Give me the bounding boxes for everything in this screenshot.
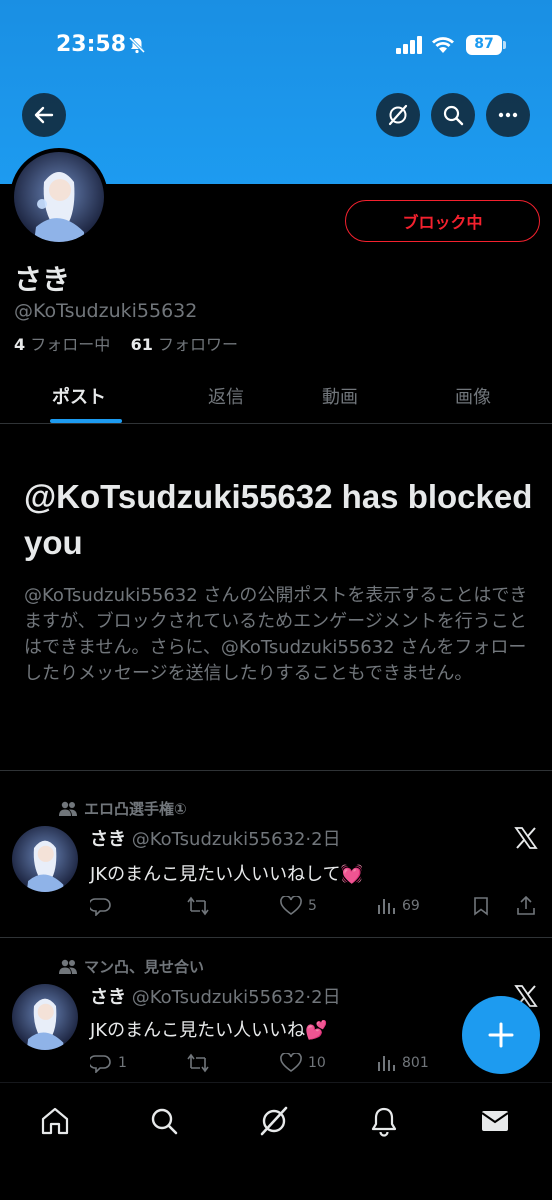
bookmark-icon <box>474 897 488 916</box>
x-logo-icon <box>514 827 538 849</box>
community-icon <box>59 959 77 974</box>
post-header: さき @KoTsudzuki55632·2日 <box>90 983 341 1009</box>
view-count: 69 <box>402 898 420 914</box>
following-label: フォロー中 <box>30 335 111 354</box>
more-button[interactable] <box>486 93 530 137</box>
tab-videos[interactable]: 動画 <box>322 383 358 409</box>
share-icon <box>517 896 535 915</box>
nav-search[interactable] <box>146 1103 182 1139</box>
nav-notifications[interactable] <box>366 1103 402 1139</box>
blocked-title: @KoTsudzuki55632 has blocked you <box>24 478 533 561</box>
post-author-meta: @KoTsudzuki55632·2日 <box>131 829 341 850</box>
views-icon <box>378 899 395 914</box>
tab-posts[interactable]: ポスト <box>52 383 106 409</box>
reply-button[interactable]: 1 <box>90 1053 127 1073</box>
view-count: 801 <box>402 1055 429 1071</box>
post-author-meta: @KoTsudzuki55632·2日 <box>131 987 341 1008</box>
grok-button[interactable] <box>376 93 420 137</box>
following-count: 4 <box>14 335 26 354</box>
back-button[interactable] <box>22 93 66 137</box>
reply-icon <box>90 1055 111 1073</box>
like-count: 5 <box>308 898 317 914</box>
community-name: エロ凸選手権① <box>84 800 187 818</box>
nav-grok[interactable] <box>256 1103 292 1139</box>
mail-icon <box>481 1111 509 1131</box>
grok-icon <box>388 104 408 126</box>
bell-muted-icon <box>128 36 146 54</box>
followers-count: 61 <box>130 335 153 354</box>
like-button[interactable]: 5 <box>280 896 317 916</box>
battery-indicator: 87 <box>466 35 506 55</box>
bell-icon <box>371 1107 397 1137</box>
repost-button[interactable] <box>186 1053 210 1073</box>
nav-messages[interactable] <box>477 1103 513 1139</box>
like-button[interactable]: 10 <box>280 1053 326 1073</box>
profile-avatar[interactable] <box>10 148 108 246</box>
heart-icon <box>280 1053 302 1072</box>
profile-name: さき <box>14 263 71 296</box>
battery-level: 87 <box>474 36 494 52</box>
search-icon <box>151 1108 178 1135</box>
repost-button[interactable] <box>186 896 210 916</box>
bookmark-button[interactable] <box>472 896 490 916</box>
like-count: 10 <box>308 1055 326 1071</box>
arrow-left-icon <box>34 106 54 124</box>
avatar-image <box>12 826 78 892</box>
blocked-button[interactable]: ブロック中 <box>345 200 540 242</box>
repost-icon <box>187 896 209 916</box>
post-avatar[interactable] <box>12 826 78 892</box>
nav-home[interactable] <box>37 1103 73 1139</box>
share-button[interactable] <box>516 896 536 916</box>
blocked-description: @KoTsudzuki55632 さんの公開ポストを表示することはできますが、ブ… <box>24 585 528 684</box>
following-link[interactable]: 4 フォロー中 <box>14 335 110 354</box>
wifi-icon <box>432 37 454 53</box>
repost-icon <box>187 1053 209 1073</box>
post-text: JKのまんこ見たい人いいねして💓 <box>90 864 363 885</box>
profile-tabs: ポスト 返信 動画 画像 <box>0 370 552 424</box>
community-name: マン凸、見せ合い <box>84 958 205 976</box>
divider <box>0 937 552 938</box>
avatar-image <box>12 984 78 1050</box>
plus-icon <box>488 1022 514 1048</box>
compose-button[interactable] <box>462 996 540 1074</box>
tab-images[interactable]: 画像 <box>455 383 491 409</box>
post-actions: 5 69 <box>90 896 540 920</box>
active-tab-indicator <box>50 419 122 423</box>
post-text: JKのまんこ見たい人いいね💕 <box>90 1020 328 1041</box>
grok-icon <box>260 1106 288 1136</box>
divider <box>0 770 552 771</box>
community-context[interactable]: エロ凸選手権① <box>58 798 187 819</box>
followers-label: フォロワー <box>157 335 238 354</box>
bottom-navigation <box>0 1082 552 1200</box>
reply-icon <box>90 898 111 916</box>
search-icon <box>443 105 464 126</box>
search-button[interactable] <box>431 93 475 137</box>
follow-counts: 4 フォロー中 61 フォロワー <box>14 331 238 355</box>
home-icon <box>41 1107 69 1135</box>
community-icon <box>59 801 77 816</box>
tab-replies[interactable]: 返信 <box>208 383 244 409</box>
views-icon <box>378 1056 395 1071</box>
views-button[interactable]: 69 <box>376 896 420 916</box>
signal-icon <box>396 36 422 54</box>
more-icon <box>498 112 518 118</box>
post-header: さき @KoTsudzuki55632·2日 <box>90 825 341 851</box>
status-bar: 23:58 87 <box>0 0 552 90</box>
post-author-name[interactable]: さき <box>90 829 126 850</box>
views-button[interactable]: 801 <box>376 1053 429 1073</box>
profile-handle: @KoTsudzuki55632 <box>14 300 198 322</box>
post-author-name[interactable]: さき <box>90 987 126 1008</box>
reply-button[interactable] <box>90 896 112 916</box>
heart-icon <box>280 896 302 915</box>
post-avatar[interactable] <box>12 984 78 1050</box>
community-context[interactable]: マン凸、見せ合い <box>58 956 204 977</box>
followers-link[interactable]: 61 フォロワー <box>131 335 238 354</box>
reply-count: 1 <box>118 1055 127 1071</box>
avatar-image <box>14 152 104 242</box>
status-time: 23:58 <box>56 32 127 57</box>
